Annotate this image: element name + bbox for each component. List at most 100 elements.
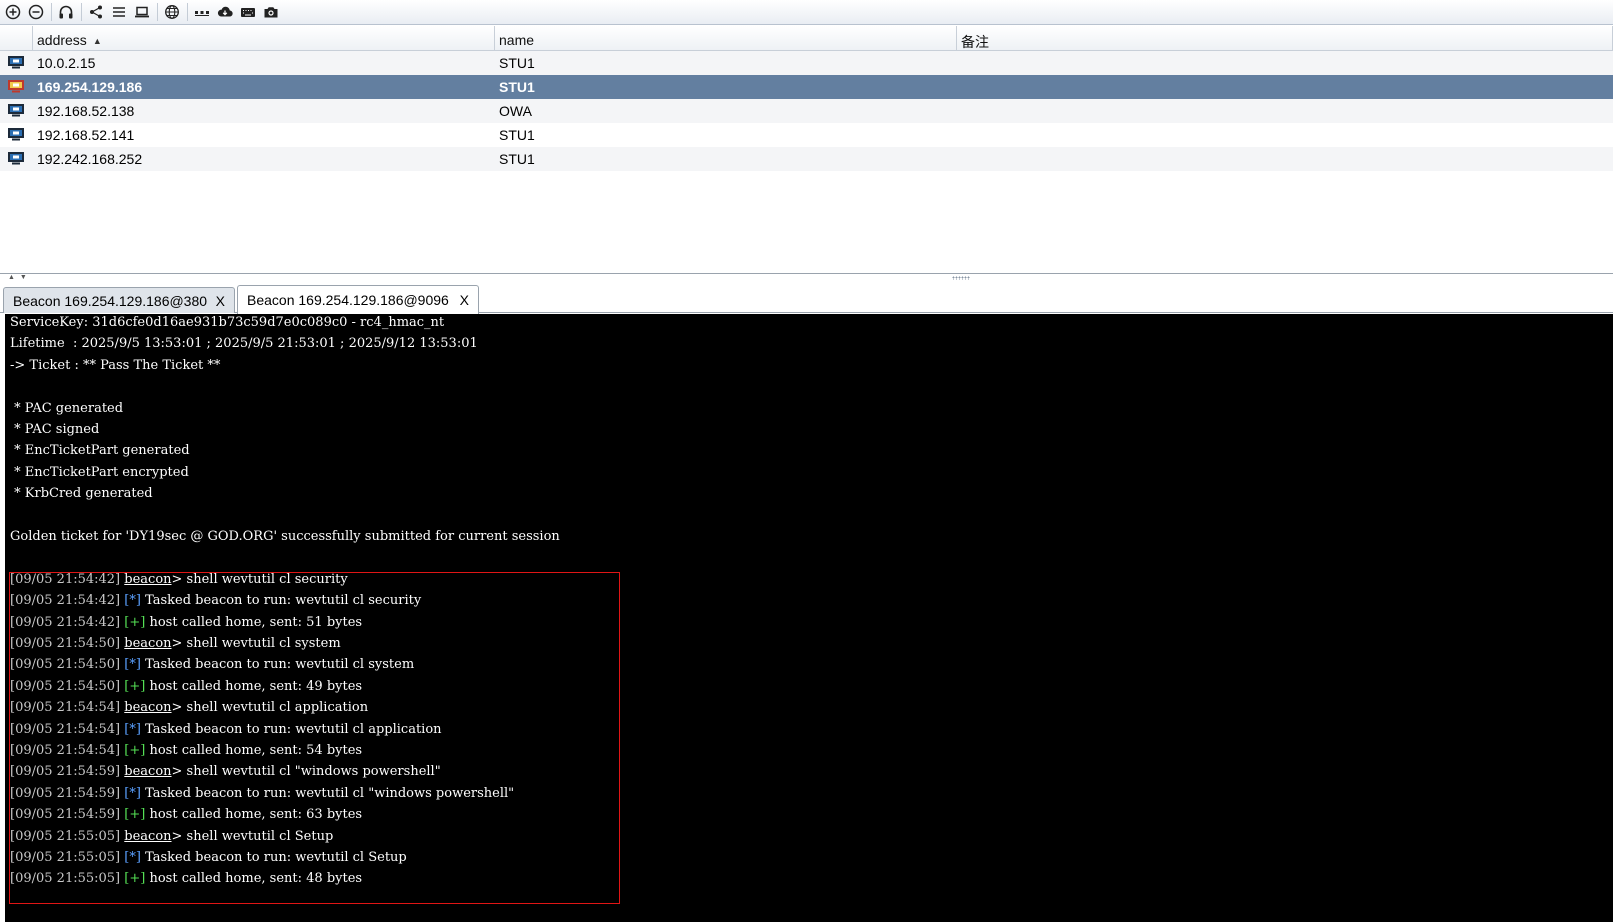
- beacon-console[interactable]: ServiceKey: 31d6cfe0d16ae931b73c59d7e0c0…: [5, 314, 1613, 922]
- table-row[interactable]: 192.168.52.138 OWA: [0, 99, 1613, 123]
- table-row[interactable]: 169.254.129.186 STU1: [0, 75, 1613, 99]
- close-tab-button[interactable]: X: [460, 292, 469, 308]
- console-log-line: [09/05 21:54:42] [+] host called home, s…: [10, 615, 362, 631]
- console-log-line: [09/05 21:55:05] [+] host called home, s…: [10, 871, 362, 887]
- toolbar-separator: [51, 3, 52, 21]
- console-line: * EncTicketPart encrypted: [10, 464, 189, 480]
- name-cell: STU1: [499, 55, 535, 71]
- log-timestamp: [09/05 21:54:59]: [10, 764, 121, 780]
- column-header-address[interactable]: address ▲: [33, 26, 495, 50]
- cloud-download-icon[interactable]: [215, 2, 235, 22]
- name-cell: OWA: [499, 103, 532, 119]
- keyboard-icon[interactable]: [238, 2, 258, 22]
- list-icon[interactable]: [109, 2, 129, 22]
- log-text: > shell wevtutil cl "windows powershell": [171, 764, 441, 780]
- table-body: 10.0.2.15 STU1 169.254.129.186 STU1 192.16…: [0, 51, 1613, 171]
- log-timestamp: [09/05 21:55:05]: [10, 850, 121, 865]
- console-log-line: [09/05 21:55:05] [*] Tasked beacon to ru…: [10, 850, 407, 866]
- toolbar-separator: [187, 3, 188, 21]
- log-text: host called home, sent: 63 bytes: [145, 807, 363, 823]
- host-monitor-icon: [8, 127, 24, 140]
- log-timestamp: [09/05 21:54:42]: [10, 593, 121, 609]
- globe-icon[interactable]: [162, 2, 182, 22]
- laptop-icon[interactable]: [132, 2, 152, 22]
- log-text: host called home, sent: 49 bytes: [145, 678, 363, 694]
- log-marker: [+]: [124, 871, 146, 887]
- log-timestamp: [09/05 21:54:59]: [10, 785, 121, 801]
- row-icon-cell: [0, 79, 33, 96]
- splitter-grip-icon[interactable]: [952, 276, 970, 280]
- share-icon[interactable]: [86, 2, 106, 22]
- splitter-arrows-icon[interactable]: ▲▼: [8, 274, 32, 281]
- session-table: address ▲ name 备注 10.0.2.15 STU1 169.254.1…: [0, 26, 1613, 274]
- log-marker: [*]: [124, 657, 141, 673]
- log-text: > shell wevtutil cl application: [171, 700, 369, 716]
- log-timestamp: [09/05 21:54:54]: [10, 721, 121, 737]
- address-cell: 192.242.168.252: [37, 151, 143, 167]
- close-tab-button[interactable]: X: [216, 293, 225, 309]
- address-cell: 192.168.52.141: [37, 127, 135, 143]
- host-monitor-icon: [8, 103, 24, 116]
- connect-icon[interactable]: [3, 2, 23, 22]
- table-row[interactable]: 192.168.52.141 STU1: [0, 123, 1613, 147]
- console-line: -> Ticket : ** Pass The Ticket **: [10, 357, 221, 373]
- tab-beacon-380[interactable]: Beacon 169.254.129.186@380 X: [3, 287, 235, 313]
- row-icon-cell: [0, 55, 33, 72]
- log-marker: [*]: [124, 850, 141, 865]
- log-timestamp: [09/05 21:54:42]: [10, 614, 121, 630]
- log-text: > shell wevtutil cl system: [171, 636, 341, 651]
- name-cell: STU1: [499, 151, 535, 167]
- log-text: Tasked beacon to run: wevtutil cl Setup: [140, 850, 407, 865]
- table-header: address ▲ name 备注: [0, 26, 1613, 51]
- log-marker: [+]: [124, 743, 146, 758]
- beacon-prompt[interactable]: beacon: [124, 764, 171, 779]
- console-log-line: [09/05 21:54:54] beacon> shell wevtutil …: [10, 700, 368, 716]
- log-text: host called home, sent: 51 bytes: [145, 614, 363, 630]
- console-line: * PAC signed: [10, 422, 100, 437]
- toolbar: [0, 0, 1613, 25]
- address-cell: 192.168.52.138: [37, 103, 135, 119]
- log-text: Tasked beacon to run: wevtutil cl system: [140, 657, 415, 673]
- console-log-line: [09/05 21:54:50] [*] Tasked beacon to ru…: [10, 657, 414, 673]
- table-row[interactable]: 10.0.2.15 STU1: [0, 51, 1613, 75]
- console-line: * PAC generated: [10, 400, 124, 416]
- console-line: ServiceKey: 31d6cfe0d16ae931b73c59d7e0c0…: [10, 315, 445, 330]
- pane-splitter[interactable]: ▲▼: [0, 274, 1613, 283]
- beacon-prompt[interactable]: beacon: [124, 572, 171, 587]
- column-header-note[interactable]: 备注: [957, 26, 1613, 50]
- name-cell: STU1: [499, 127, 535, 143]
- address-cell: 169.254.129.186: [37, 79, 143, 95]
- log-timestamp: [09/05 21:54:54]: [10, 743, 121, 758]
- log-marker: [+]: [124, 678, 146, 694]
- beacon-prompt[interactable]: beacon: [124, 829, 171, 844]
- log-text: host called home, sent: 54 bytes: [145, 743, 363, 758]
- name-cell: STU1: [499, 79, 535, 95]
- beacon-prompt[interactable]: beacon: [124, 700, 171, 715]
- log-marker: [+]: [124, 807, 146, 823]
- log-text: > shell wevtutil cl security: [171, 571, 348, 587]
- headphones-icon[interactable]: [56, 2, 76, 22]
- disconnect-icon[interactable]: [26, 2, 46, 22]
- console-log-line: [09/05 21:54:59] [+] host called home, s…: [10, 807, 362, 823]
- column-header-name[interactable]: name: [495, 26, 957, 50]
- console-line: * EncTicketPart generated: [10, 443, 190, 459]
- host-monitor-icon: [8, 151, 24, 164]
- icon-column-header[interactable]: [0, 26, 33, 50]
- tab-beacon-9096[interactable]: Beacon 169.254.129.186@9096 X: [237, 285, 479, 314]
- toolbar-separator: [157, 3, 158, 21]
- camera-icon[interactable]: [261, 2, 281, 22]
- host-monitor-icon: [8, 55, 24, 68]
- log-timestamp: [09/05 21:54:42]: [10, 571, 121, 587]
- console-log-line: [09/05 21:54:54] [*] Tasked beacon to ru…: [10, 722, 442, 738]
- beacon-prompt[interactable]: beacon: [124, 636, 171, 651]
- table-row[interactable]: 192.242.168.252 STU1: [0, 147, 1613, 171]
- log-timestamp: [09/05 21:54:50]: [10, 636, 121, 651]
- log-timestamp: [09/05 21:54:59]: [10, 807, 121, 823]
- console-log-line: [09/05 21:54:54] [+] host called home, s…: [10, 743, 362, 759]
- console-line: Lifetime : 2025/9/5 13:53:01 ; 2025/9/5 …: [10, 336, 478, 352]
- console-log-line: [09/05 21:54:42] [*] Tasked beacon to ru…: [10, 593, 421, 609]
- dots-icon[interactable]: [192, 2, 212, 22]
- log-timestamp: [09/05 21:54:50]: [10, 657, 121, 673]
- console-line: * KrbCred generated: [10, 486, 153, 502]
- toolbar-separator: [81, 3, 82, 21]
